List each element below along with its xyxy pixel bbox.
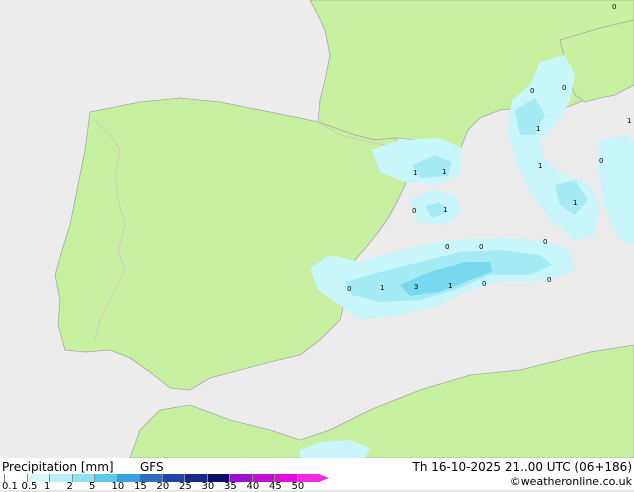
contour-label: 1 <box>413 169 417 177</box>
contour-label: 3 <box>414 283 418 291</box>
contour-label: 0 <box>412 207 416 215</box>
legend-tick-label: 50 <box>291 481 305 492</box>
contour-label: 1 <box>538 162 542 170</box>
map-title: Precipitation [mm] <box>2 460 114 474</box>
forecast-datetime: Th 16-10-2025 21..00 UTC (06+186) <box>412 460 632 474</box>
contour-label: 1 <box>627 117 631 125</box>
precipitation-map: 0 1 1 1 1 0 0 0 1 1 0 0 0 1 3 1 0 0 0 0 … <box>0 0 634 458</box>
contour-label: 1 <box>442 168 446 176</box>
contour-label: 0 <box>482 280 486 288</box>
contour-label: 0 <box>530 87 534 95</box>
legend-arrow-icon <box>319 474 329 482</box>
contour-label: 0 <box>479 243 483 251</box>
contour-label: 0 <box>562 84 566 92</box>
contour-label: 1 <box>443 206 447 214</box>
legend-tick-label: 45 <box>269 481 282 492</box>
credit-link[interactable]: ©weatheronline.co.uk <box>510 475 632 488</box>
legend-tick-label: 25 <box>179 481 192 492</box>
model-name: GFS <box>140 460 164 474</box>
legend-tick-label: 5 <box>89 481 96 492</box>
contour-label: 0 <box>543 238 547 246</box>
contour-label: 1 <box>448 282 452 290</box>
contour-label: 0 <box>612 3 616 11</box>
contour-label: 1 <box>380 284 384 292</box>
contour-label: 1 <box>573 199 577 207</box>
contour-label: 0 <box>599 157 603 165</box>
contour-label: 0 <box>547 276 551 284</box>
legend-tick-label: 0.5 <box>21 481 38 492</box>
legend-tick-label: 0.1 <box>2 481 18 492</box>
legend-tick-label: 40 <box>246 481 260 492</box>
legend-tick-label: 1 <box>44 481 51 492</box>
legend-tick-label: 2 <box>66 481 73 492</box>
contour-label: 1 <box>536 125 540 133</box>
legend-tick-label: 35 <box>224 481 237 492</box>
legend-tick-label: 20 <box>156 481 170 492</box>
contour-label: 0 <box>445 243 449 251</box>
legend-tick-label: 10 <box>111 481 125 492</box>
legend-tick-label: 30 <box>201 481 215 492</box>
legend-tick-label: 15 <box>134 481 147 492</box>
contour-label: 0 <box>347 285 351 293</box>
